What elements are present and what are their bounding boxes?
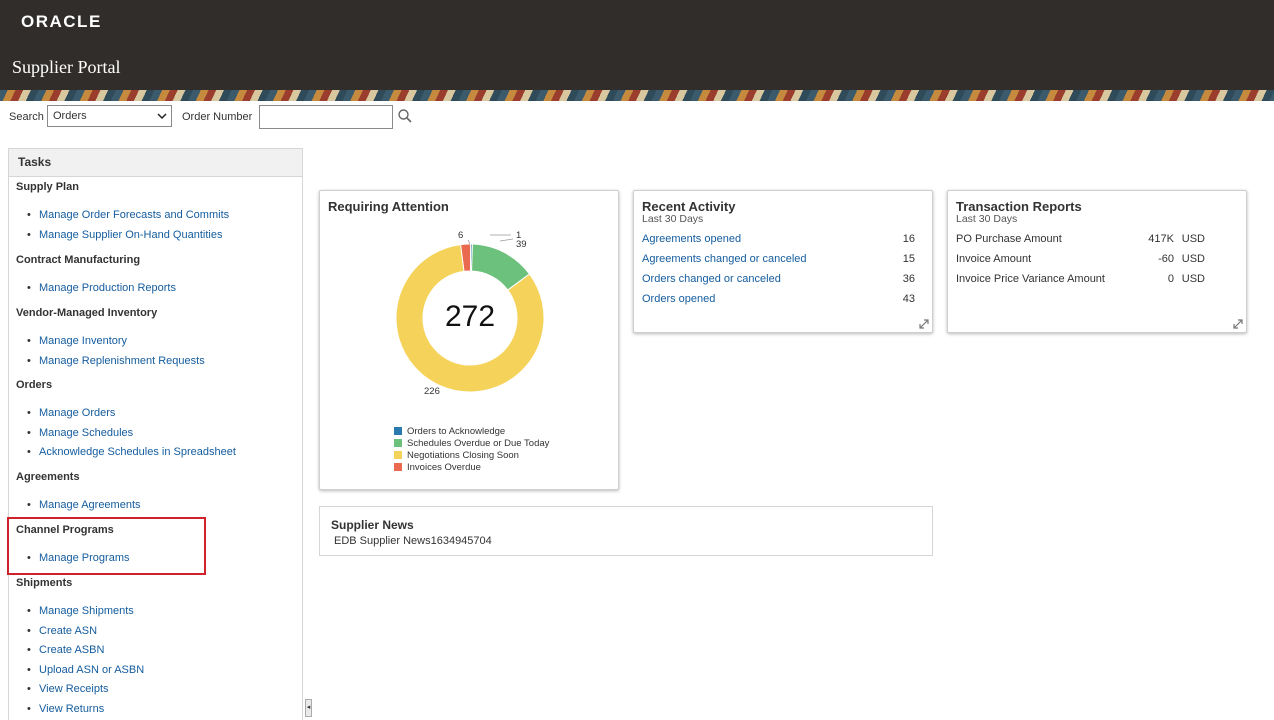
search-label: Search [9,111,44,123]
activity-count: 16 [902,233,915,245]
card-subtitle: Last 30 Days [642,213,704,225]
search-category-value: Orders [53,110,87,122]
task-link[interactable]: Acknowledge Schedules in Spreadsheet [27,446,236,458]
legend-label: Orders to Acknowledge [407,426,506,437]
task-link[interactable]: Manage Replenishment Requests [27,355,205,367]
search-category-select[interactable]: Orders [47,105,172,127]
report-value[interactable]: -60 [1158,253,1174,265]
activity-count: 36 [902,273,915,285]
task-group-title: Vendor-Managed Inventory [16,307,158,319]
header-bar: ORACLE Supplier Portal [0,0,1274,90]
task-link[interactable]: View Receipts [27,683,108,695]
caret-left-icon[interactable]: ◂ [305,699,312,717]
card-title: Recent Activity [642,199,736,214]
report-currency: USD [1181,273,1205,285]
chevron-down-icon [157,109,167,129]
recent-activity-card: Recent Activity Last 30 Days Agreements … [633,190,933,333]
donut-total[interactable]: 272 [320,300,620,334]
activity-count: 43 [902,293,915,305]
task-link[interactable]: Manage Schedules [27,427,133,439]
page-title: Supplier Portal [12,57,121,77]
legend-item[interactable]: Invoices Overdue [394,462,481,473]
supplier-news-panel: Supplier News EDB Supplier News163494570… [319,506,933,556]
expand-icon[interactable] [1233,319,1243,329]
activity-link[interactable]: Orders changed or canceled [642,273,781,285]
task-link[interactable]: Manage Agreements [27,499,140,511]
legend-swatch [394,451,402,459]
legend-item[interactable]: Orders to Acknowledge [394,426,505,437]
legend-item[interactable]: Negotiations Closing Soon [394,450,519,461]
task-group-title: Contract Manufacturing [16,254,141,266]
activity-link[interactable]: Agreements changed or canceled [642,253,807,265]
card-title: Transaction Reports [956,199,1082,214]
data-label-negotiations: 226 [424,386,440,397]
supplier-news-title: Supplier News [331,518,414,532]
task-link[interactable]: Manage Supplier On-Hand Quantities [27,229,222,241]
task-link[interactable]: Manage Order Forecasts and Commits [27,209,229,221]
task-group-title: Agreements [16,471,80,483]
report-value[interactable]: 417K [1148,233,1174,245]
tasks-panel: Tasks Supply Plan Manage Order Forecasts … [8,148,303,720]
task-link[interactable]: Create ASN [27,625,97,637]
legend-label: Negotiations Closing Soon [407,450,519,461]
task-link[interactable]: Manage Production Reports [27,282,176,294]
data-label-invoices: 6 [458,230,464,241]
decorative-banner [0,90,1274,101]
report-value[interactable]: 0 [1168,273,1174,285]
order-number-label: Order Number [182,111,253,123]
activity-link[interactable]: Agreements opened [642,233,741,245]
task-group-title: Shipments [16,577,73,589]
magnifier-icon[interactable] [397,108,413,124]
report-label: Invoice Price Variance Amount [956,273,1105,285]
report-label: Invoice Amount [956,253,1032,265]
legend-label: Invoices Overdue [407,462,481,473]
report-currency: USD [1181,233,1205,245]
task-link[interactable]: View Returns [27,703,104,715]
card-subtitle: Last 30 Days [956,213,1018,225]
task-link[interactable]: Upload ASN or ASBN [27,664,144,676]
task-link[interactable]: Manage Shipments [27,605,134,617]
data-label-schedules: 39 [516,239,527,250]
legend-item[interactable]: Schedules Overdue or Due Today [394,438,549,449]
activity-link[interactable]: Orders opened [642,293,715,305]
legend-label: Schedules Overdue or Due Today [407,438,550,449]
expand-icon[interactable] [919,319,929,329]
card-title: Requiring Attention [328,199,449,214]
activity-count: 15 [902,253,915,265]
task-group-title: Orders [16,379,53,391]
order-number-input[interactable] [259,105,393,129]
oracle-logo[interactable]: ORACLE [21,12,102,32]
legend-swatch [394,439,402,447]
requiring-attention-card: Requiring Attention 272 6 1 39 226 Order… [319,190,619,490]
report-currency: USD [1181,253,1205,265]
legend-swatch [394,427,402,435]
search-bar: Search Orders Order Number [0,104,600,130]
donut-chart[interactable] [320,221,620,461]
supplier-news-item[interactable]: EDB Supplier News1634945704 [334,535,492,547]
task-group-title: Supply Plan [16,181,79,193]
leader-line [467,239,471,245]
task-link[interactable]: Manage Orders [27,407,116,419]
legend-swatch [394,463,402,471]
task-link[interactable]: Create ASBN [27,644,104,656]
transaction-reports-card: Transaction Reports Last 30 Days PO Purc… [947,190,1247,333]
report-label: PO Purchase Amount [956,233,1062,245]
task-link[interactable]: Manage Inventory [27,335,127,347]
leader-line [499,238,514,242]
tasks-header: Tasks [9,149,302,177]
highlight-annotation [7,517,206,575]
